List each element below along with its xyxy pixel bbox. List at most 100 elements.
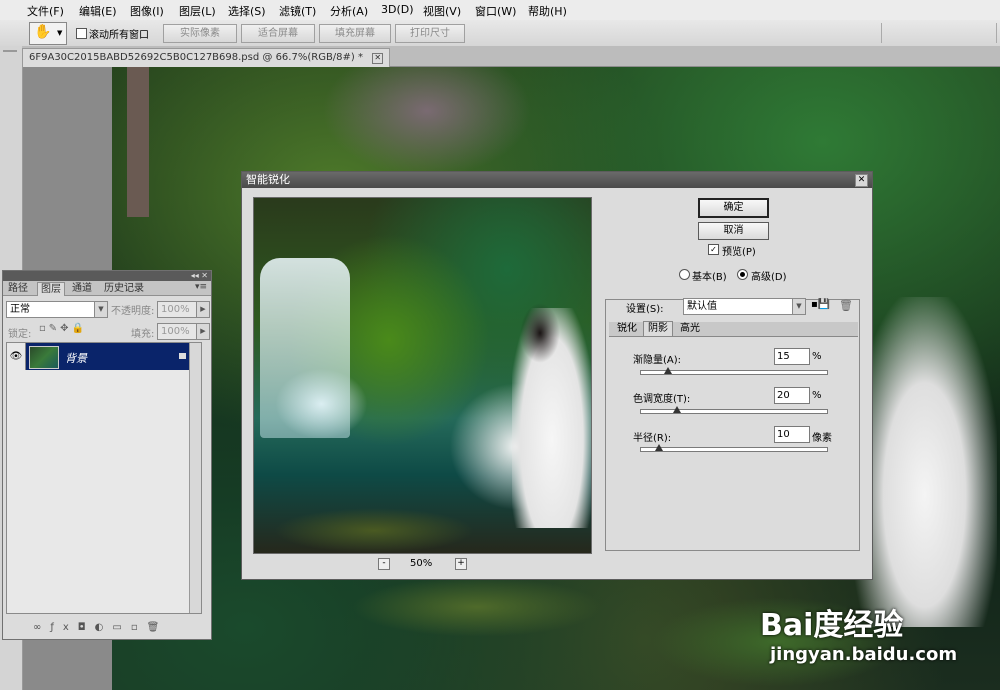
fade-amount-input[interactable]: 15: [774, 348, 810, 365]
collapse-icon[interactable]: ◂◂ ✕: [191, 271, 208, 281]
eye-icon[interactable]: 👁: [7, 343, 26, 370]
tonal-width-unit: %: [812, 390, 822, 401]
layer-row-background[interactable]: 👁 背景: [7, 343, 201, 370]
cancel-button[interactable]: 取消: [698, 222, 769, 240]
save-preset-icon[interactable]: ▪💾: [811, 299, 830, 310]
panel-menu-icon[interactable]: ▾≡: [195, 282, 207, 292]
tab-paths[interactable]: 路径: [5, 282, 31, 295]
close-icon[interactable]: ✕: [372, 53, 384, 64]
settings-value: 默认值: [687, 301, 717, 312]
white-dress-train: [852, 297, 997, 627]
opacity-field[interactable]: 100% ▶: [157, 301, 210, 318]
menu-help[interactable]: 帮助(H): [528, 3, 567, 19]
menu-layer[interactable]: 图层(L): [179, 3, 216, 19]
lock-icon: [179, 353, 186, 359]
opacity-label: 不透明度:: [111, 306, 155, 317]
basic-radio[interactable]: [679, 269, 690, 280]
dialog-titlebar[interactable]: 智能锐化 ✕: [242, 172, 872, 188]
dialog-title: 智能锐化: [246, 173, 290, 186]
settings-label: 设置(S):: [626, 304, 664, 315]
menu-edit[interactable]: 编辑(E): [79, 3, 117, 19]
fade-amount-thumb[interactable]: [663, 367, 672, 374]
layer-footer-icons[interactable]: ∞ƒx◘◐▭▫🗑: [33, 622, 168, 633]
zoom-out-button[interactable]: -: [378, 558, 390, 570]
scroll-all-checkbox[interactable]: [76, 28, 87, 39]
panel-titlebar[interactable]: ◂◂ ✕: [3, 271, 211, 281]
lock-icons[interactable]: ▫✎✥🔒: [39, 323, 87, 334]
settings-group: 设置(S): 默认值 ▼ ▪💾 🗑 锐化 阴影 高光 渐隐量(A): 15 % …: [605, 298, 860, 551]
tonal-width-label: 色调宽度(T):: [633, 394, 691, 405]
menu-3d[interactable]: 3D(D): [381, 3, 414, 16]
tab-channels[interactable]: 通道: [69, 282, 95, 295]
menu-window[interactable]: 窗口(W): [475, 3, 516, 19]
fill-field[interactable]: 100% ▶: [157, 323, 210, 340]
chevron-right-icon: ▶: [196, 302, 209, 317]
menu-bar: 文件(F) 编辑(E) 图像(I) 图层(L) 选择(S) 滤镜(T) 分析(A…: [0, 0, 1000, 21]
close-icon[interactable]: ✕: [855, 174, 868, 187]
panel-tabs: 路径 图层 通道 历史记录 ▾≡: [3, 281, 211, 296]
fill-value: 100%: [161, 326, 190, 337]
tab-strip: 锐化 阴影 高光: [609, 321, 858, 337]
hand-icon: ✋: [34, 24, 52, 40]
tab-history[interactable]: 历史记录: [101, 282, 147, 295]
rock-cliff: [322, 67, 532, 177]
menu-filter[interactable]: 滤镜(T): [279, 3, 316, 19]
tab-highlight[interactable]: 高光: [677, 322, 703, 336]
blend-mode-value: 正常: [10, 304, 30, 315]
waterfall: [260, 258, 350, 438]
chevron-down-icon: ▼: [792, 299, 805, 314]
divider: [881, 23, 882, 43]
tonal-width-thumb[interactable]: [673, 406, 682, 413]
menu-analysis[interactable]: 分析(A): [330, 3, 368, 19]
fill-screen-button[interactable]: 填充屏幕: [319, 24, 391, 43]
tab-shadow[interactable]: 阴影: [643, 321, 673, 336]
radius-slider[interactable]: [640, 447, 828, 452]
tonal-width-input[interactable]: 20: [774, 387, 810, 404]
menu-file[interactable]: 文件(F): [27, 3, 64, 19]
mossy-rocks: [274, 508, 474, 553]
options-bar: ✋ ▼ 滚动所有窗口 实际像素 适合屏幕 填充屏幕 打印尺寸: [0, 20, 1000, 47]
actual-pixels-button[interactable]: 实际像素: [163, 24, 237, 43]
document-tab[interactable]: 6F9A30C2015BABD52692C5B0C127B698.psd @ 6…: [22, 48, 391, 67]
tab-sharpen[interactable]: 锐化: [614, 322, 640, 336]
fade-amount-label: 渐隐量(A):: [633, 355, 682, 366]
tab-layers[interactable]: 图层: [37, 282, 65, 296]
mossy-rocks: [352, 577, 602, 637]
chevron-down-icon: ▼: [94, 302, 107, 317]
radius-thumb[interactable]: [654, 444, 663, 451]
advanced-label: 高级(D): [751, 272, 787, 283]
scrollbar[interactable]: [189, 343, 201, 613]
print-size-button[interactable]: 打印尺寸: [395, 24, 465, 43]
figure-hair: [520, 303, 560, 363]
radius-input[interactable]: 10: [774, 426, 810, 443]
zoom-in-button[interactable]: +: [455, 558, 467, 570]
menu-select[interactable]: 选择(S): [228, 3, 266, 19]
ok-button[interactable]: 确定: [698, 198, 769, 218]
scroll-all-label: 滚动所有窗口: [89, 30, 149, 41]
radius-unit: 像素: [812, 433, 832, 444]
menu-view[interactable]: 视图(V): [423, 3, 461, 19]
watermark-brand: Bai度经验: [760, 608, 904, 643]
chevron-right-icon: ▶: [196, 324, 209, 339]
preview-image[interactable]: [253, 197, 592, 554]
smart-sharpen-dialog: 智能锐化 ✕ - 50% + 确定 取消 ✓ 预览(P) 基本(B) 高级(D)…: [241, 171, 873, 580]
fit-screen-button[interactable]: 适合屏幕: [241, 24, 315, 43]
watermark: Bai度经验 jingyan.baidu.com: [760, 600, 957, 665]
trash-icon[interactable]: 🗑: [839, 299, 853, 312]
layer-thumbnail: [29, 346, 59, 369]
blend-mode-select[interactable]: 正常 ▼: [6, 301, 108, 318]
basic-label: 基本(B): [692, 272, 727, 283]
menu-image[interactable]: 图像(I): [130, 3, 164, 19]
grip-icon: [3, 50, 17, 52]
hand-tool-preset[interactable]: ✋ ▼: [29, 22, 67, 45]
layers-panel: ◂◂ ✕ 路径 图层 通道 历史记录 ▾≡ 正常 ▼ 不透明度: 100% ▶ …: [2, 270, 212, 640]
lock-label: 锁定:: [8, 329, 32, 340]
advanced-radio[interactable]: [737, 269, 748, 280]
radius-label: 半径(R):: [633, 433, 672, 444]
preview-checkbox[interactable]: ✓: [708, 244, 719, 255]
document-tab-bar: 6F9A30C2015BABD52692C5B0C127B698.psd @ 6…: [22, 46, 1000, 67]
settings-select[interactable]: 默认值 ▼: [683, 298, 806, 315]
fill-label: 填充:: [131, 329, 155, 340]
tonal-width-slider[interactable]: [640, 409, 828, 414]
document-tab-title: 6F9A30C2015BABD52692C5B0C127B698.psd @ 6…: [29, 52, 363, 63]
